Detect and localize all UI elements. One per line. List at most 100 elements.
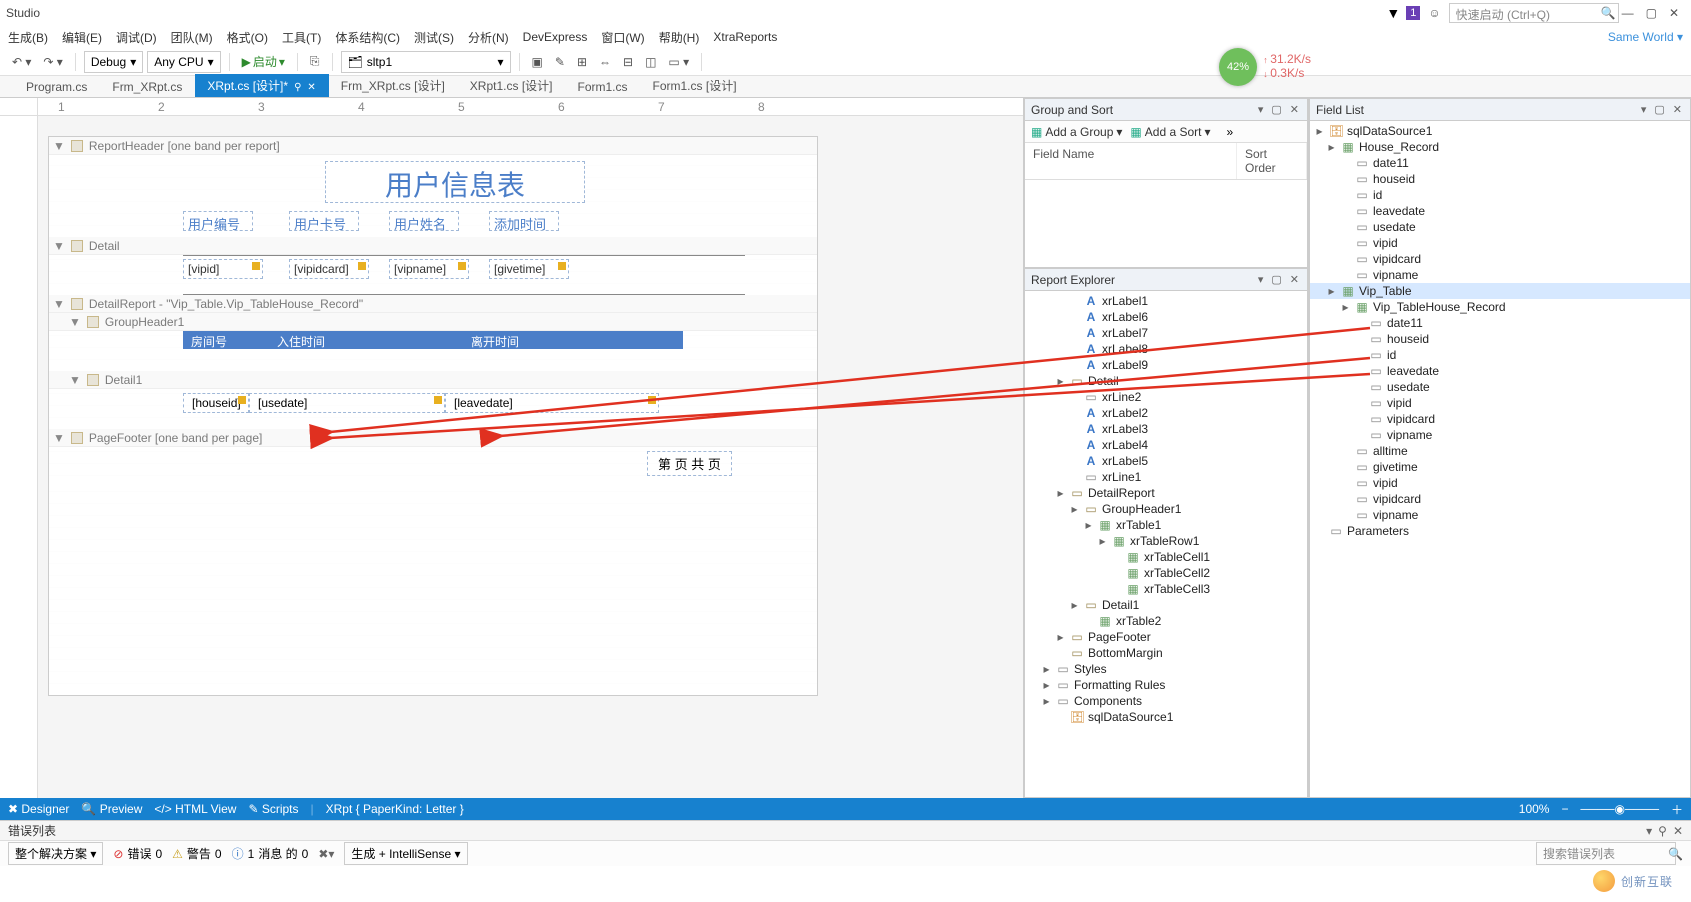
maximize-button[interactable]: ▢ — [1640, 6, 1663, 20]
tree-item[interactable]: ▦xrTableCell1 — [1025, 549, 1307, 565]
band-detailreport[interactable]: ▼DetailReport - "Vip_Table.Vip_TableHous… — [49, 295, 817, 313]
menu-item[interactable]: DevExpress — [523, 30, 588, 44]
column-label[interactable]: 用户卡号 — [289, 211, 359, 231]
panel-pin-icon[interactable]: ⚲ — [1658, 824, 1667, 838]
error-list-header[interactable]: 错误列表 ▾ ⚲ ✕ — [0, 820, 1691, 840]
menu-item[interactable]: 帮助(H) — [659, 29, 700, 46]
tab[interactable]: Frm_XRpt.cs — [100, 77, 195, 97]
toolbar-icon[interactable]: ◫ — [641, 53, 660, 71]
platform-combo[interactable]: Any CPU ▾ — [147, 51, 220, 73]
field-label[interactable]: [vipid] — [183, 259, 263, 279]
tree-item[interactable]: ▭vipidcard — [1310, 251, 1690, 267]
tree-item[interactable]: ▭houseid — [1310, 331, 1690, 347]
tree-item[interactable]: ▭usedate — [1310, 219, 1690, 235]
tree-item[interactable]: ▸▭DetailReport — [1025, 485, 1307, 501]
tree-item[interactable]: ▭leavedate — [1310, 363, 1690, 379]
undo-button[interactable]: ↶ ▾ — [8, 53, 35, 71]
detail1-table[interactable]: [houseid] [usedate] [leavedate] — [183, 393, 683, 413]
zoom-out-icon[interactable]: − — [1561, 802, 1568, 816]
tree-item[interactable]: ▸▦Vip_Table — [1310, 283, 1690, 299]
menu-item[interactable]: 窗口(W) — [601, 29, 644, 46]
tree-item[interactable]: ▸▭Components — [1025, 693, 1307, 709]
tree-item[interactable]: AxrLabel7 — [1025, 325, 1307, 341]
zoom-in-icon[interactable]: ＋ — [1671, 801, 1683, 818]
tree-item[interactable]: ▭vipidcard — [1310, 411, 1690, 427]
tree-item[interactable]: AxrLabel8 — [1025, 341, 1307, 357]
group-header-table[interactable]: 房间号 入住时间 离开时间 — [183, 331, 683, 349]
panel-close-icon[interactable]: ✕ — [1673, 824, 1683, 838]
tree-item[interactable]: AxrLabel5 — [1025, 453, 1307, 469]
close-button[interactable]: ✕ — [1663, 6, 1685, 20]
redo-button[interactable]: ↷ ▾ — [39, 53, 66, 71]
solution-combo[interactable]: 整个解决方案 ▾ — [8, 842, 103, 865]
band-pagefooter[interactable]: ▼PageFooter [one band per page] — [49, 429, 817, 447]
error-search-input[interactable]: 搜索错误列表 — [1536, 842, 1676, 865]
field-label[interactable]: [givetime] — [489, 259, 569, 279]
tree-item[interactable]: ▭date11 — [1310, 315, 1690, 331]
tree-item[interactable]: ▭vipname — [1310, 267, 1690, 283]
tree-item[interactable]: ▭id — [1310, 347, 1690, 363]
toolbar-icon[interactable]: ▣ — [528, 53, 547, 71]
smart-tag-icon[interactable] — [252, 262, 260, 270]
quick-launch-input[interactable]: 快速启动 (Ctrl+Q) — [1449, 3, 1619, 23]
tree-item[interactable]: ▭BottomMargin — [1025, 645, 1307, 661]
smart-tag-icon[interactable] — [648, 396, 656, 404]
tree-item[interactable]: ▸▭Formatting Rules — [1025, 677, 1307, 693]
tree-item[interactable]: ▭Parameters — [1310, 523, 1690, 539]
group-sort-grid[interactable] — [1025, 180, 1307, 267]
panel-maximize-icon[interactable]: ▢ — [1652, 103, 1666, 116]
tree-item[interactable]: AxrLabel1 — [1025, 293, 1307, 309]
tab-close-icon[interactable]: ✕ — [307, 82, 315, 93]
panel-dropdown-icon[interactable]: ▾ — [1256, 103, 1266, 116]
tree-item[interactable]: ▭houseid — [1310, 171, 1690, 187]
band-detail[interactable]: ▼Detail — [49, 237, 817, 255]
smart-tag-icon[interactable] — [458, 262, 466, 270]
smart-tag-icon[interactable] — [434, 396, 442, 404]
tab-pin-icon[interactable]: ⚲ — [294, 82, 301, 93]
tree-item[interactable]: ▭vipname — [1310, 427, 1690, 443]
tree-item[interactable]: ▭givetime — [1310, 459, 1690, 475]
smart-tag-icon[interactable] — [238, 396, 246, 404]
menu-item[interactable]: 团队(M) — [171, 29, 213, 46]
band-groupheader[interactable]: ▼GroupHeader1 — [49, 313, 817, 331]
tab[interactable]: XRpt1.cs [设计] — [458, 74, 566, 97]
tree-item[interactable]: AxrLabel3 — [1025, 421, 1307, 437]
tree-item[interactable]: ▸▦Vip_TableHouse_Record — [1310, 299, 1690, 315]
tree-item[interactable]: AxrLabel9 — [1025, 357, 1307, 373]
toolbar-icon[interactable]: ✎ — [551, 53, 569, 71]
minimize-button[interactable]: — — [1616, 6, 1640, 20]
tree-item[interactable]: ▭xrLine2 — [1025, 389, 1307, 405]
tree-item[interactable]: ▭alltime — [1310, 443, 1690, 459]
tree-item[interactable]: ▭usedate — [1310, 379, 1690, 395]
add-group-button[interactable]: ▦Add a Group ▾ — [1031, 125, 1122, 139]
column-label[interactable]: 添加时间 — [489, 211, 559, 231]
tree-item[interactable]: ▸▭Styles — [1025, 661, 1307, 677]
tree-item[interactable]: AxrLabel4 — [1025, 437, 1307, 453]
tree-item[interactable]: ▭vipid — [1310, 395, 1690, 411]
tree-item[interactable]: ▭date11 — [1310, 155, 1690, 171]
notifications-badge[interactable]: 1 — [1406, 6, 1420, 20]
tab-html-view[interactable]: </> HTML View — [154, 802, 236, 816]
column-label[interactable]: 用户姓名 — [389, 211, 459, 231]
menu-item[interactable]: 调试(D) — [116, 29, 157, 46]
errors-chip[interactable]: ⊘错误 0 — [113, 845, 162, 862]
smart-tag-icon[interactable] — [558, 262, 566, 270]
menu-item[interactable]: 分析(N) — [468, 29, 509, 46]
account-label[interactable]: Same World ▾ — [1608, 30, 1683, 44]
menu-item[interactable]: 工具(T) — [282, 29, 321, 46]
toolbar-icon[interactable]: ⊟ — [619, 53, 637, 71]
report-designer[interactable]: 12345678 ▼ReportHeader [one band per rep… — [0, 98, 1024, 798]
tab[interactable]: Form1.cs — [566, 77, 641, 97]
tree-item[interactable]: 🗄sqlDataSource1 — [1025, 709, 1307, 725]
report-paper[interactable]: ▼ReportHeader [one band per report] 用户信息… — [48, 136, 818, 696]
panel-close-icon[interactable]: ✕ — [1288, 103, 1301, 116]
band-detail1[interactable]: ▼Detail1 — [49, 371, 817, 389]
warnings-chip[interactable]: ⚠警告 0 — [172, 845, 221, 862]
intellisense-combo[interactable]: 生成 + IntelliSense ▾ — [344, 842, 467, 865]
messages-chip[interactable]: ⓘ1消息 的 0 — [232, 845, 309, 862]
tree-item[interactable]: ▦xrTable2 — [1025, 613, 1307, 629]
tree-item[interactable]: ▸▭Detail — [1025, 373, 1307, 389]
panel-maximize-icon[interactable]: ▢ — [1269, 103, 1283, 116]
overflow-icon[interactable]: » — [1227, 125, 1234, 139]
tree-item[interactable]: ▭vipname — [1310, 507, 1690, 523]
